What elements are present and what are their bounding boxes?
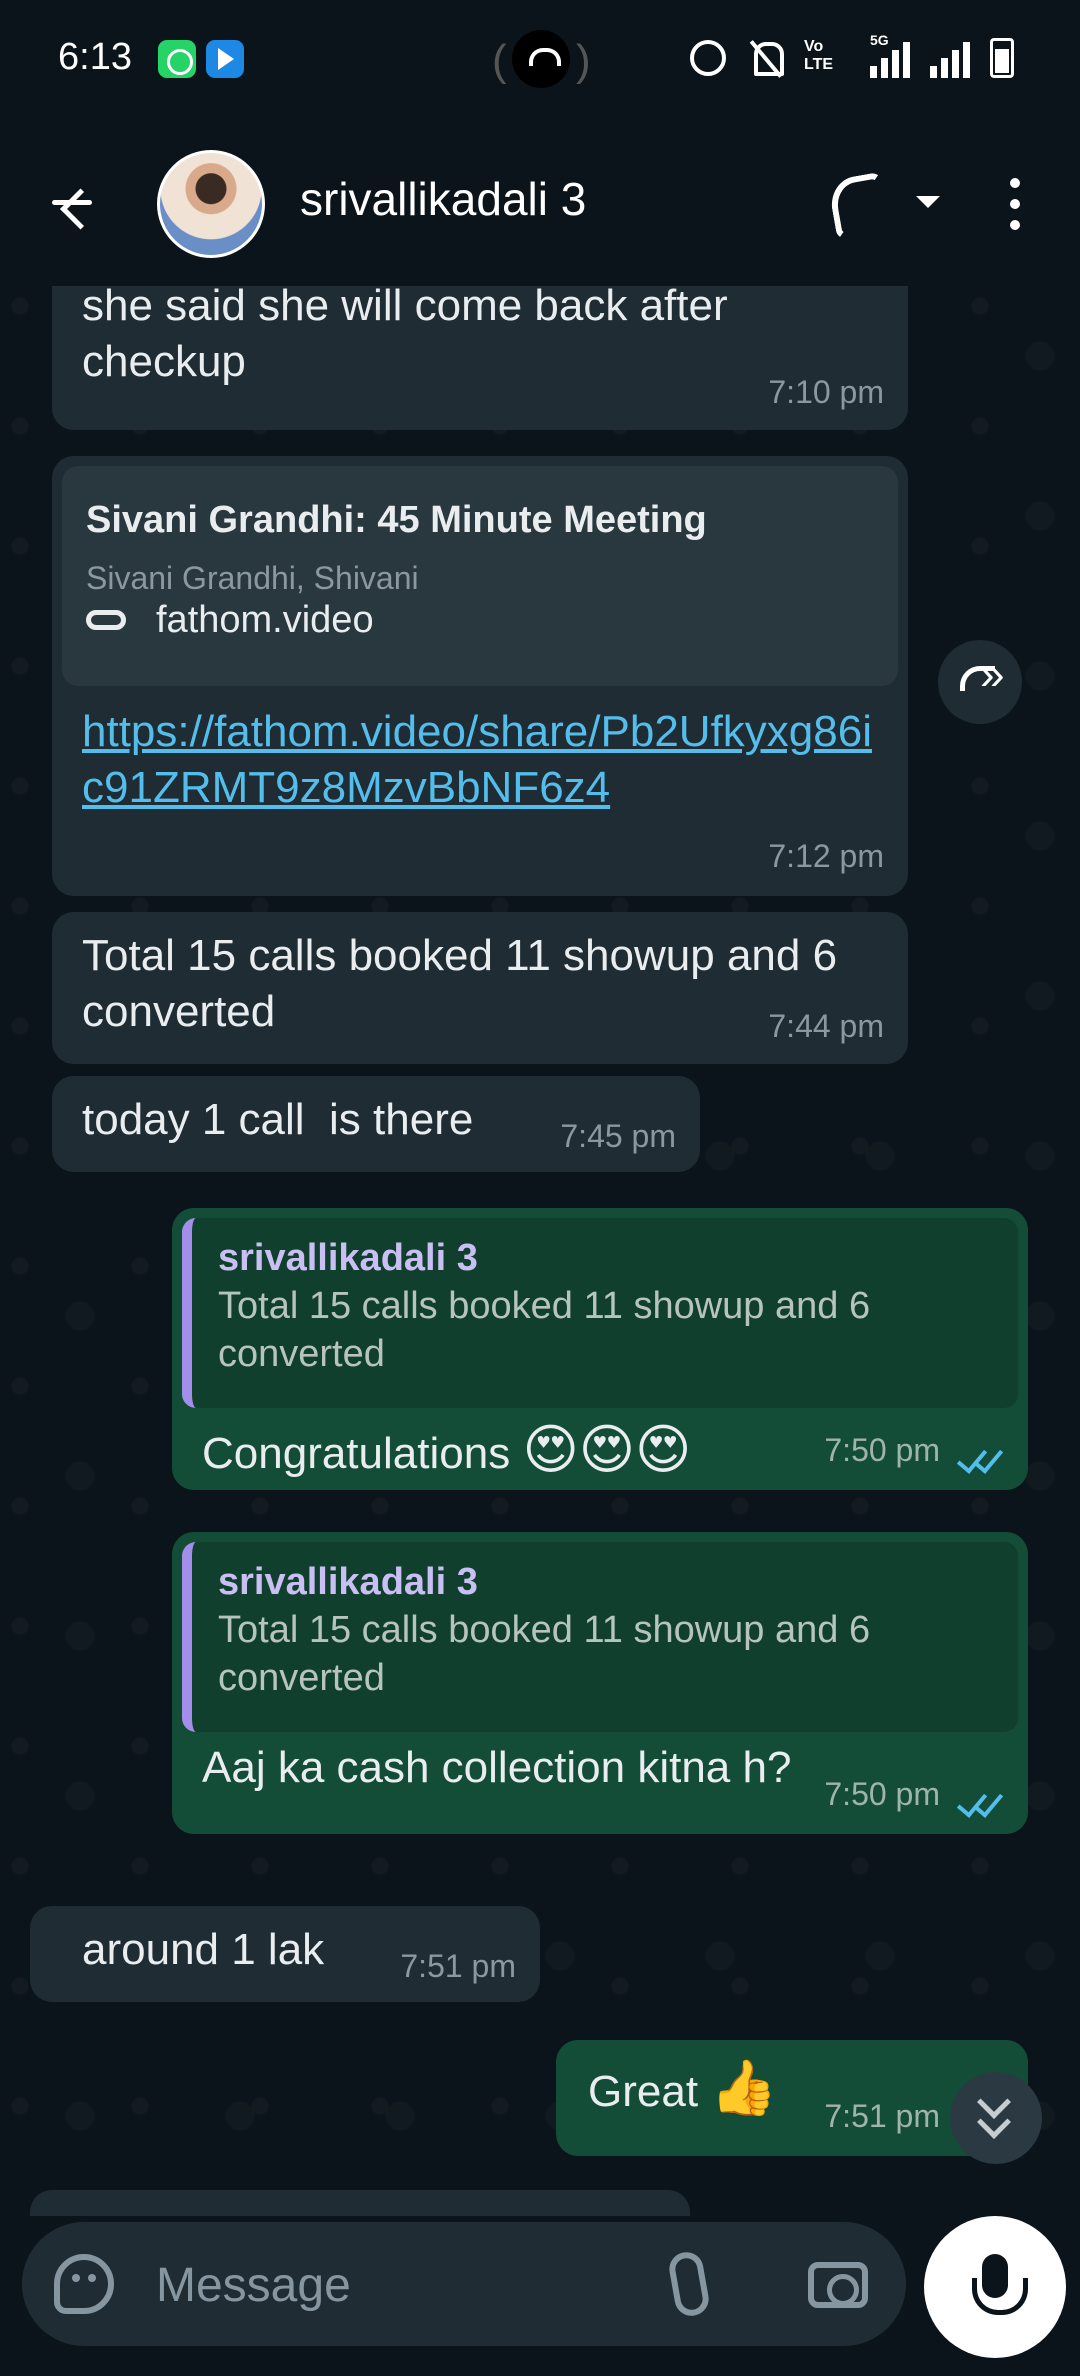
more-vert-icon[interactable]: [1000, 174, 1030, 234]
mute-icon: [746, 38, 784, 78]
quoted-sender: srivallikadali 3: [218, 1561, 478, 1603]
message-outgoing[interactable]: srivallikadali 3 Total 15 calls booked 1…: [172, 1532, 1028, 1834]
hotspot-indicator-icon: ( ): [492, 30, 591, 90]
contact-name[interactable]: srivallikadali 3: [300, 172, 586, 226]
double-chevron-down-icon[interactable]: [950, 2072, 1042, 2164]
whatsapp-notification-icon: [158, 40, 196, 78]
quoted-message[interactable]: srivallikadali 3 Total 15 calls booked 1…: [182, 1542, 1018, 1732]
message-time: 7:45 pm: [560, 1118, 676, 1154]
link-preview-domain: fathom.video: [156, 599, 374, 641]
message-time: 7:50 pm: [824, 1776, 940, 1812]
read-ticks-icon: [958, 1444, 1004, 1474]
message-incoming-link[interactable]: Sivani Grandhi: 45 Minute Meeting Sivani…: [52, 456, 908, 896]
message-time: 7:50 pm: [824, 1432, 940, 1468]
message-text: Aaj ka cash collection kitna h?: [202, 1743, 792, 1792]
message-time: 7:12 pm: [768, 838, 884, 874]
message-input[interactable]: Message: [22, 2222, 906, 2346]
link-icon: [86, 610, 126, 630]
emoji: 😍😍😍: [522, 1418, 692, 1481]
status-time: 6:13: [58, 36, 132, 78]
system-icons: Vo LTE 5G: [690, 32, 1014, 80]
play-store-notification-icon: [206, 40, 244, 78]
signal-icon: [930, 38, 970, 78]
signal-5g-icon: 5G: [870, 32, 910, 78]
link-preview-card[interactable]: Sivani Grandhi: 45 Minute Meeting Sivani…: [62, 466, 898, 686]
message-text: she said she will come back after checku…: [82, 286, 728, 386]
camera-icon[interactable]: [808, 2262, 868, 2308]
quoted-text: Total 15 calls booked 11 showup and 6 co…: [218, 1609, 871, 1699]
message-incoming[interactable]: _hZxoLXfuEKp she said she will come back…: [52, 286, 908, 430]
chevron-down-icon[interactable]: [916, 196, 940, 208]
mic-icon[interactable]: [924, 2216, 1066, 2358]
message-text: Congratulations: [202, 1429, 511, 1478]
read-ticks-icon: [958, 1788, 1004, 1818]
network-label: 5G: [870, 32, 889, 48]
message-text: Great: [588, 2067, 699, 2116]
sticker-icon[interactable]: [54, 2254, 114, 2314]
message-time: 7:51 pm: [400, 1948, 516, 1984]
message-incoming[interactable]: around 1 lak 7:51 pm: [30, 1906, 540, 2002]
quoted-text: Total 15 calls booked 11 showup and 6 co…: [218, 1285, 871, 1375]
quoted-sender: srivallikadali 3: [218, 1237, 478, 1279]
volte-label: Vo LTE: [804, 38, 834, 73]
paperclip-icon[interactable]: [666, 2249, 712, 2319]
message-time: 7:44 pm: [768, 1008, 884, 1044]
input-bar: Message: [0, 2216, 1080, 2376]
chat-area[interactable]: _hZxoLXfuEKp she said she will come back…: [0, 286, 1080, 2216]
message-text: today 1 call is there: [82, 1095, 474, 1144]
emoji: 👍: [710, 2056, 778, 2119]
message-time: 7:10 pm: [768, 374, 884, 410]
phone-icon[interactable]: [822, 170, 892, 236]
partial-message: [30, 2190, 690, 2216]
chat-header: srivallikadali 3: [0, 120, 1080, 286]
message-link[interactable]: https://fathom.video/share/Pb2Ufkyxg86ic…: [82, 704, 882, 816]
message-outgoing[interactable]: srivallikadali 3 Total 15 calls booked 1…: [172, 1208, 1028, 1490]
avatar[interactable]: [157, 150, 265, 258]
message-placeholder[interactable]: Message: [156, 2258, 351, 2313]
status-bar: 6:13 ( ) Vo LTE 5G: [0, 0, 1080, 120]
message-text: around 1 lak: [82, 1925, 325, 1974]
message-incoming[interactable]: today 1 call is there 7:45 pm: [52, 1076, 700, 1172]
forward-icon[interactable]: [938, 640, 1022, 724]
back-arrow-icon[interactable]: [40, 170, 104, 234]
message-incoming[interactable]: Total 15 calls booked 11 showup and 6 co…: [52, 912, 908, 1064]
link-preview-title: Sivani Grandhi: 45 Minute Meeting: [86, 499, 707, 541]
message-time: 7:51 pm: [824, 2098, 940, 2134]
battery-icon: [990, 38, 1014, 78]
quoted-message[interactable]: srivallikadali 3 Total 15 calls booked 1…: [182, 1218, 1018, 1408]
alarm-icon: [690, 40, 726, 76]
